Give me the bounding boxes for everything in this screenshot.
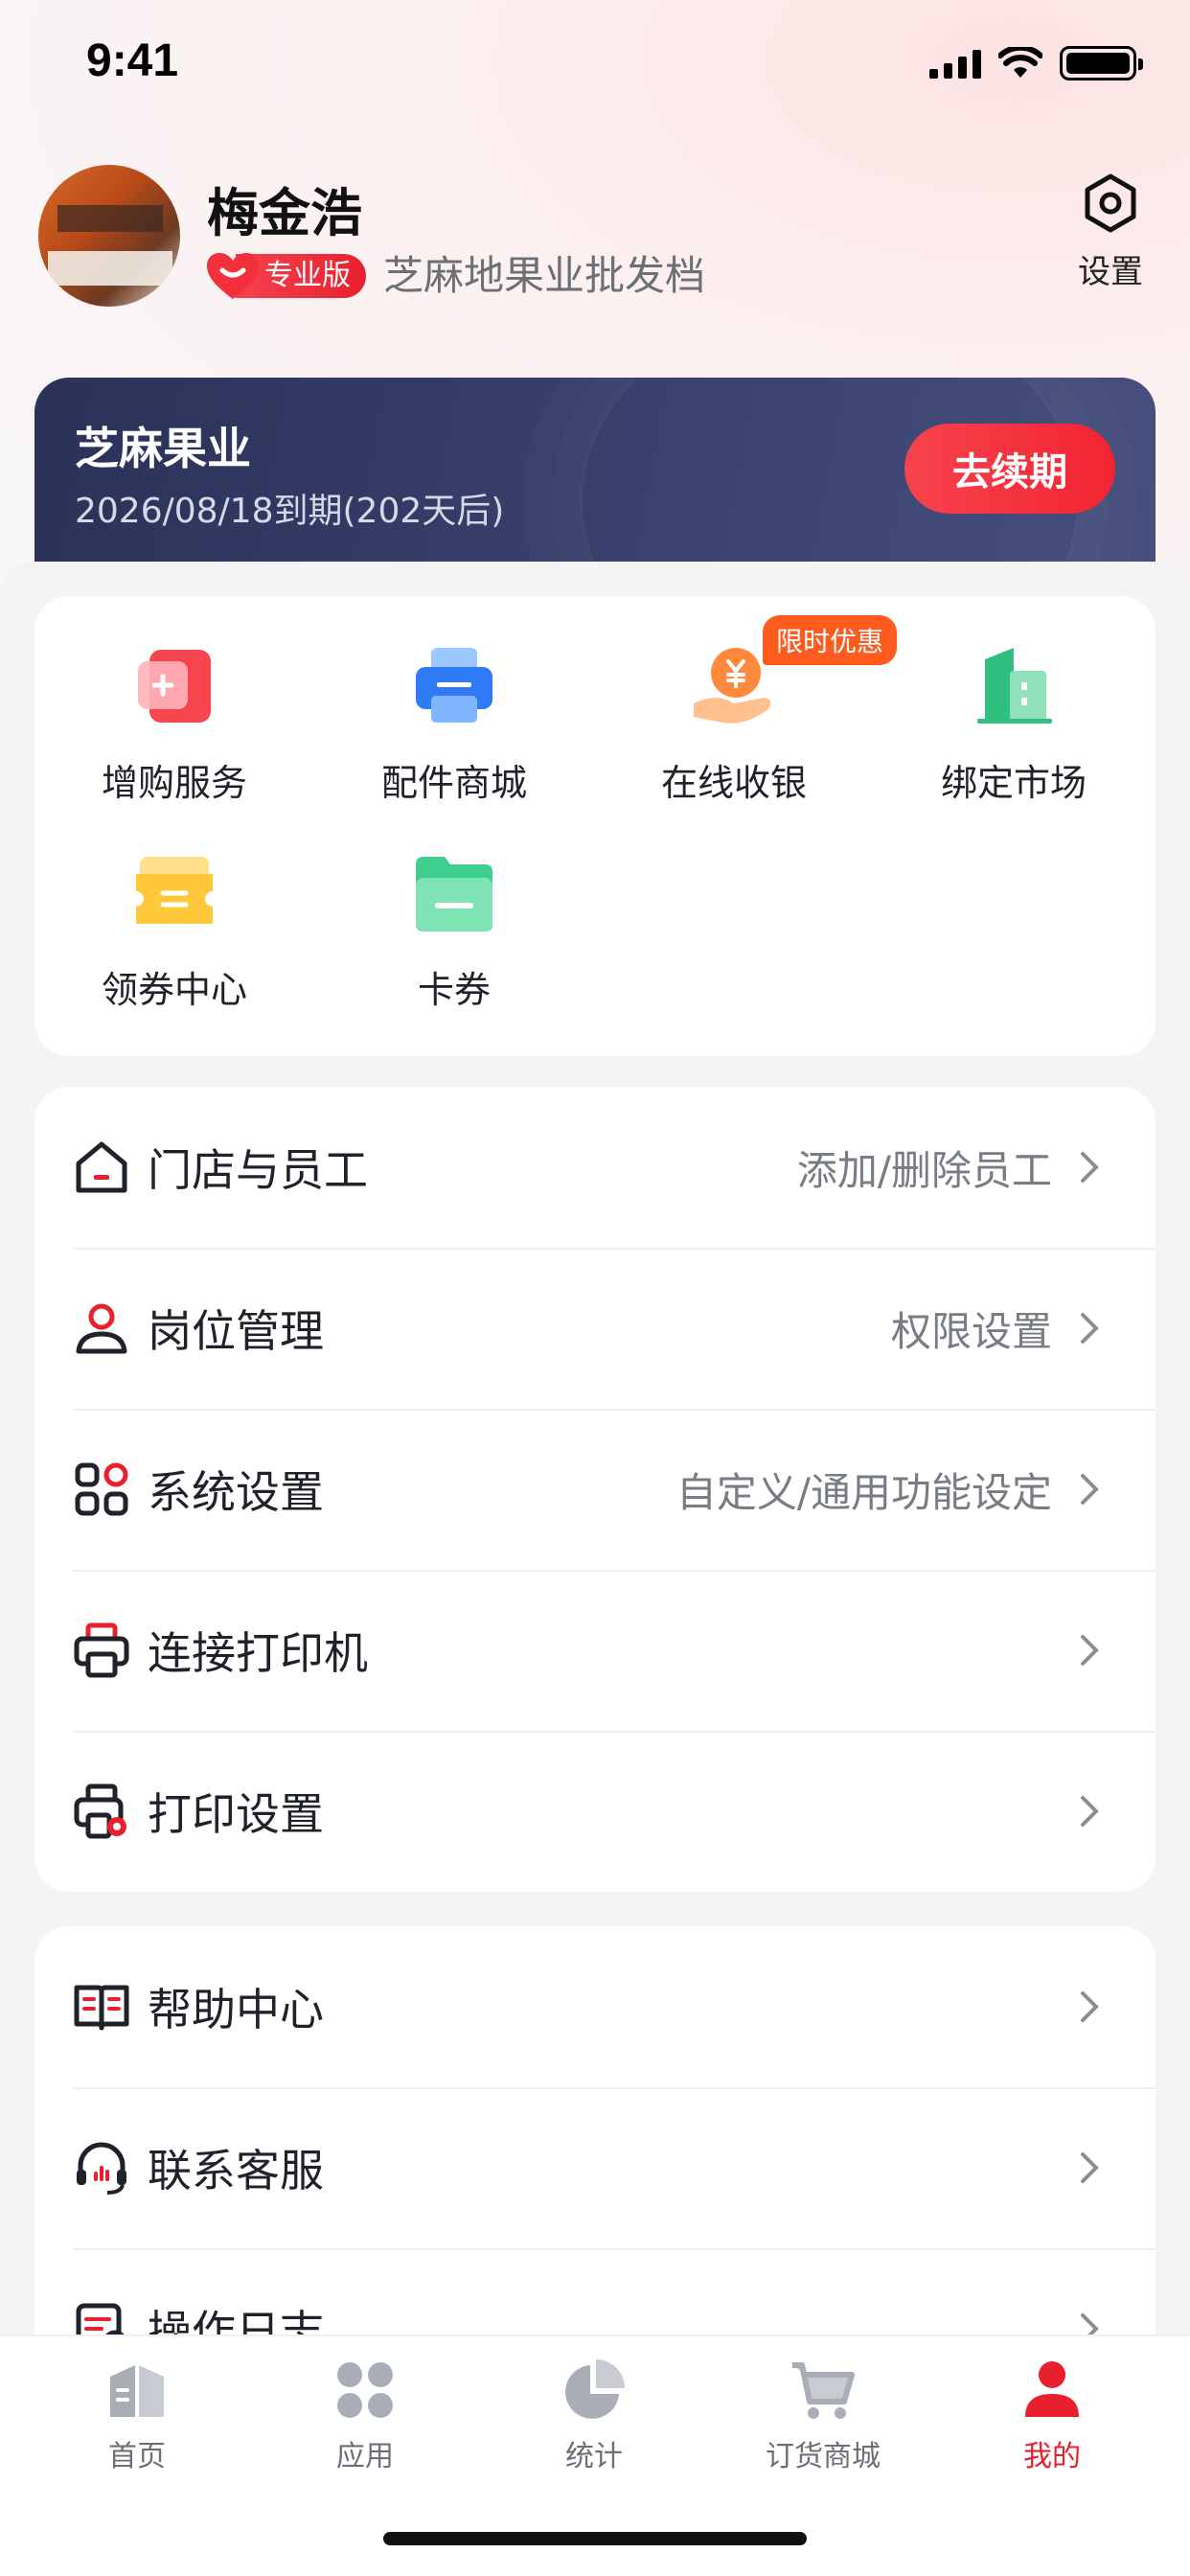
menu-hint: 自定义/通用功能设定 xyxy=(675,1468,1052,1516)
user-icon xyxy=(76,1303,127,1354)
settings-button[interactable]: 设置 xyxy=(1069,172,1152,292)
quick-label: 绑定市场 xyxy=(940,762,1087,804)
subscription-card: 芝麻果业 2026/08/18到期(202天后) 去续期 xyxy=(34,378,1156,569)
home-indicator[interactable] xyxy=(383,2532,807,2545)
printer-icon xyxy=(74,1622,129,1678)
headset-icon xyxy=(77,2142,126,2195)
support-menu-card: 帮助中心 联系客服 操作日志 xyxy=(34,1926,1156,2334)
add-service-icon xyxy=(138,650,211,723)
chevron-right-icon xyxy=(1081,1991,1099,2022)
menu-title: 门店与员工 xyxy=(148,1144,368,1196)
pie-chart-icon xyxy=(565,2359,625,2419)
avatar[interactable] xyxy=(38,165,180,307)
quick-coupon-center[interactable]: 领券中心 xyxy=(34,847,314,1013)
quick-actions-card: 限时优惠 增购服务 配件商城 在线收银 绑定市场 领券中心 卡券 xyxy=(34,596,1156,1056)
quick-label: 卡券 xyxy=(417,969,491,1011)
settings-menu-card: 门店与员工 添加/删除员工 岗位管理 权限设置 系统设置 自定义/通用功能设定 … xyxy=(34,1087,1156,1892)
renew-button[interactable]: 去续期 xyxy=(904,424,1115,514)
menu-hint: 添加/删除员工 xyxy=(796,1146,1052,1194)
tab-label: 我的 xyxy=(1023,2440,1081,2473)
tab-label: 首页 xyxy=(108,2440,166,2473)
status-time: 9:41 xyxy=(86,35,179,86)
profile-icon xyxy=(1025,2361,1079,2417)
quick-bind-market[interactable]: 绑定市场 xyxy=(874,640,1154,806)
log-icon xyxy=(76,2303,125,2334)
chevron-right-icon xyxy=(1081,1313,1099,1344)
menu-title: 岗位管理 xyxy=(148,1305,324,1357)
menu-position-management[interactable]: 岗位管理 权限设置 xyxy=(34,1248,1156,1409)
chevron-right-icon xyxy=(1081,1152,1099,1183)
tab-statistics[interactable]: 统计 xyxy=(498,2356,690,2474)
tab-order-mall[interactable]: 订货商城 xyxy=(727,2356,919,2474)
menu-title: 操作日志 xyxy=(148,2306,324,2334)
chevron-right-icon xyxy=(1081,1635,1099,1666)
wifi-icon xyxy=(998,47,1042,78)
pro-badge: 专业版 xyxy=(205,251,366,301)
card-icon xyxy=(416,857,492,932)
chevron-right-icon xyxy=(1081,2152,1099,2183)
menu-system-settings[interactable]: 系统设置 自定义/通用功能设定 xyxy=(34,1409,1156,1570)
grid-icon xyxy=(75,1462,128,1516)
tab-home[interactable]: 首页 xyxy=(41,2356,233,2474)
quick-add-service[interactable]: 增购服务 xyxy=(34,640,314,806)
quick-card-voucher[interactable]: 卡券 xyxy=(314,847,594,1013)
printer-mall-icon xyxy=(416,648,492,723)
menu-help-center[interactable]: 帮助中心 xyxy=(34,1926,1156,2087)
chevron-right-icon xyxy=(1081,2313,1099,2334)
menu-store-staff[interactable]: 门店与员工 添加/删除员工 xyxy=(34,1087,1156,1248)
building-icon xyxy=(977,648,1052,724)
cellular-signal-icon xyxy=(929,48,981,79)
battery-icon xyxy=(1060,46,1143,80)
menu-operation-log[interactable]: 操作日志 xyxy=(34,2248,1156,2334)
book-icon xyxy=(74,1985,129,2031)
store-icon xyxy=(76,1141,127,1193)
shop-name: 芝麻地果业批发档 xyxy=(383,252,706,299)
subscription-title: 芝麻果业 xyxy=(75,423,251,474)
home-icon xyxy=(110,2365,164,2417)
chevron-right-icon xyxy=(1081,1474,1099,1505)
coupon-icon xyxy=(136,857,213,924)
chevron-right-icon xyxy=(1081,1796,1099,1827)
menu-hint: 权限设置 xyxy=(890,1307,1052,1355)
cart-icon xyxy=(792,2362,855,2419)
apps-icon xyxy=(337,2362,393,2418)
tab-label: 订货商城 xyxy=(766,2440,881,2473)
quick-label: 配件商城 xyxy=(380,762,527,804)
menu-title: 连接打印机 xyxy=(148,1627,368,1679)
menu-print-settings[interactable]: 打印设置 xyxy=(34,1731,1156,1892)
menu-title: 联系客服 xyxy=(148,2145,324,2196)
quick-label: 在线收银 xyxy=(660,762,807,804)
quick-label: 增购服务 xyxy=(101,762,247,804)
quick-label: 领券中心 xyxy=(101,969,247,1011)
menu-connect-printer[interactable]: 连接打印机 xyxy=(34,1570,1156,1731)
printer-settings-icon xyxy=(74,1783,126,1839)
menu-title: 帮助中心 xyxy=(148,1984,324,2036)
user-name: 梅金浩 xyxy=(207,183,362,243)
heart-badge-icon xyxy=(207,253,259,299)
cashier-icon xyxy=(694,648,771,724)
menu-title: 打印设置 xyxy=(148,1788,324,1840)
tab-label: 统计 xyxy=(565,2440,623,2473)
gear-icon xyxy=(1085,173,1136,233)
status-bar: 9:41 xyxy=(0,0,1190,126)
menu-title: 系统设置 xyxy=(148,1466,324,1518)
quick-printer-mall[interactable]: 配件商城 xyxy=(314,640,594,806)
tab-label: 应用 xyxy=(336,2440,394,2473)
settings-label: 设置 xyxy=(1078,253,1143,291)
tab-mine[interactable]: 我的 xyxy=(956,2356,1148,2474)
menu-contact-support[interactable]: 联系客服 xyxy=(34,2087,1156,2248)
tab-apps[interactable]: 应用 xyxy=(269,2356,461,2474)
quick-online-cashier[interactable]: 在线收银 xyxy=(594,640,874,806)
status-icons xyxy=(929,46,1143,80)
subscription-expire: 2026/08/18到期(202天后) xyxy=(75,492,505,531)
